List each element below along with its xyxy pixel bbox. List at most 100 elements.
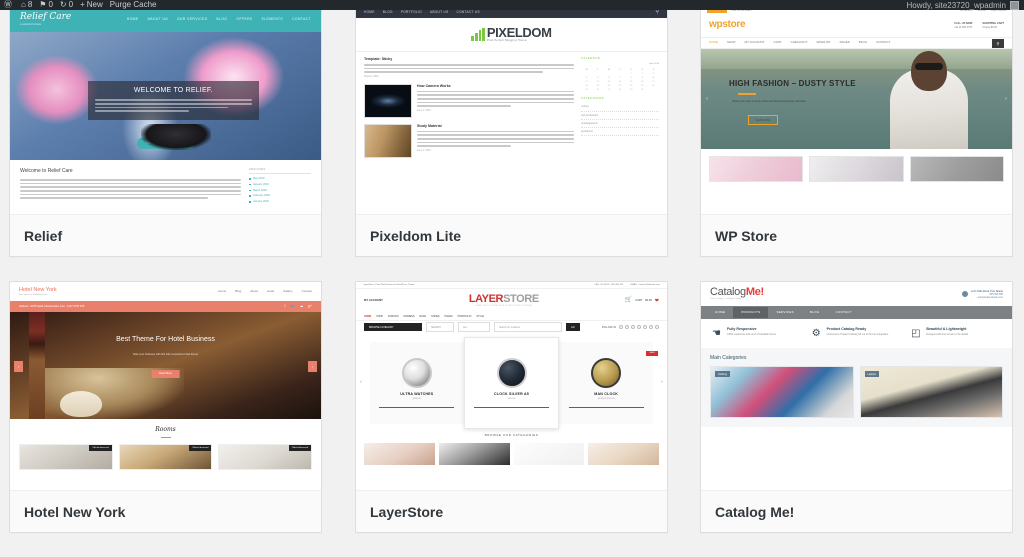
pixeldom-nav-item-about[interactable]: ABOUT US bbox=[430, 10, 449, 14]
wpstore-nav-item-checkout[interactable]: CHECKOUT bbox=[791, 40, 808, 45]
layerstore-nav-item-home[interactable]: HOME bbox=[364, 315, 371, 318]
product-thumbnail[interactable] bbox=[809, 156, 904, 182]
layerstore-nav-item-shop[interactable]: SHOP bbox=[376, 315, 383, 318]
room-card[interactable]: Official deserved bbox=[118, 444, 213, 470]
search-icon[interactable]: ⚲ bbox=[992, 38, 1004, 48]
pixeldom-nav-item-portfolio[interactable]: PORTFOLIO bbox=[401, 10, 422, 14]
search-go-button[interactable]: GO bbox=[566, 323, 580, 331]
list-item[interactable]: March 2018 bbox=[249, 189, 311, 192]
relief-nav-item-elements[interactable]: ELEMENTS bbox=[262, 17, 283, 21]
twitter-icon[interactable] bbox=[625, 325, 629, 329]
carousel-next-icon[interactable]: › bbox=[1003, 96, 1009, 102]
wpstore-nav-item-contact[interactable]: CONTACT bbox=[876, 40, 890, 45]
twitter-icon[interactable]: 🐦 bbox=[291, 304, 295, 308]
carousel-prev-icon[interactable]: ‹ bbox=[14, 361, 23, 373]
relief-nav-item-home[interactable]: HOME bbox=[127, 17, 139, 21]
catalogme-nav-item-blog[interactable]: BLOG bbox=[802, 307, 828, 319]
theme-screenshot-catalog-me[interactable]: CatalogMe! That's it. Enjoy — catalog it… bbox=[701, 282, 1012, 490]
rss-icon[interactable] bbox=[655, 325, 659, 329]
theme-screenshot-pixeldom-lite[interactable]: HOME BLOG PORTFOLIO ABOUT US CONTACT US … bbox=[356, 6, 667, 214]
wpstore-nav-item-shop[interactable]: SHOP bbox=[727, 40, 736, 45]
calendar-widget[interactable]: June 2019 M T W T F S S 1 2 3 4 5 6 7 8 … bbox=[581, 63, 659, 91]
product-card[interactable]: ULTRA WATCHES $200.00 bbox=[370, 342, 464, 424]
pixeldom-nav-item-blog[interactable]: BLOG bbox=[383, 10, 393, 14]
room-card[interactable]: Official deserved bbox=[218, 444, 313, 470]
pixeldom-nav-item-contact[interactable]: CONTACT US bbox=[457, 10, 480, 14]
layerstore-nav-item-portfolio[interactable]: PORTFOLIO bbox=[458, 315, 472, 318]
admin-bar-item-updates[interactable]: ↻ 0 bbox=[60, 0, 73, 10]
category-card-clothing[interactable]: Clothing bbox=[710, 366, 854, 419]
layerstore-nav-item-pages[interactable]: PAGES bbox=[445, 315, 453, 318]
theme-screenshot-hotel-new-york[interactable]: Hotel New York best value for WordPress … bbox=[10, 282, 321, 490]
product-card-featured[interactable]: CLOCK SILVER A5 $450.00 bbox=[463, 337, 560, 429]
wpstore-nav[interactable]: HOME SHOP MY ACCOUNT CART CHECKOUT WISHL… bbox=[701, 38, 1012, 49]
relief-nav-item-about[interactable]: ABOUT US bbox=[148, 17, 168, 21]
theme-card-layerstore[interactable]: LayerStore - Free WooCommerce WordPress … bbox=[355, 281, 668, 533]
layerstore-cart[interactable]: 🛒 CART $0.00 ❤ bbox=[625, 297, 659, 305]
list-item[interactable]: January 2019 bbox=[249, 183, 311, 186]
list-item[interactable]: uncategorized bbox=[581, 120, 659, 129]
catalogme-nav-item-services[interactable]: SERVICES bbox=[768, 307, 802, 319]
carousel-next-icon[interactable]: › bbox=[308, 361, 317, 373]
social-icons[interactable] bbox=[619, 325, 659, 329]
facebook-icon[interactable] bbox=[619, 325, 623, 329]
category-thumbnail[interactable] bbox=[513, 442, 585, 465]
list-item[interactable]: How Camera Works June 1, 2019 bbox=[364, 83, 574, 118]
relief-nav-item-offers[interactable]: OFFERS bbox=[236, 17, 252, 21]
carousel-prev-icon[interactable]: ‹ bbox=[704, 96, 710, 102]
linkedin-icon[interactable] bbox=[643, 325, 647, 329]
list-item[interactable]: culture bbox=[581, 103, 659, 112]
browse-category-select[interactable]: BROWSE CATEGORY bbox=[364, 323, 422, 331]
pinterest-icon[interactable] bbox=[637, 325, 641, 329]
list-item[interactable]: periodicos bbox=[581, 128, 659, 137]
catalogme-nav-item-contact[interactable]: CONTACT bbox=[828, 307, 860, 319]
layerstore-nav-item-fashion[interactable]: FASHION bbox=[388, 315, 399, 318]
admin-bar-item-purge-cache[interactable]: Purge Cache bbox=[110, 0, 157, 10]
wpstore-nav-item-wishlist[interactable]: WISHLIST bbox=[816, 40, 830, 45]
wpstore-nav-item-blog[interactable]: BLOG bbox=[859, 40, 867, 45]
layerstore-nav-item-shoes[interactable]: SHOES bbox=[431, 315, 439, 318]
relief-nav-item-blog[interactable]: BLOG bbox=[216, 17, 227, 21]
theme-card-catalog-me[interactable]: CatalogMe! That's it. Enjoy — catalog it… bbox=[700, 281, 1013, 533]
layerstore-nav-item-womens[interactable]: WOMENS bbox=[403, 315, 414, 318]
hotel-nav-item-contact[interactable]: Contact bbox=[302, 289, 312, 294]
search-input[interactable]: Search for products bbox=[494, 322, 562, 332]
hotel-nav-item-about[interactable]: About bbox=[250, 289, 258, 294]
wpstore-nav-item-my-account[interactable]: MY ACCOUNT bbox=[745, 40, 765, 45]
wpstore-nav-item-cart[interactable]: CART bbox=[773, 40, 781, 45]
layerstore-nav-item-bags[interactable]: BAGS bbox=[420, 315, 427, 318]
wpstore-nav-item-pages[interactable]: PAGES bbox=[840, 40, 850, 45]
list-item[interactable]: February 2018 bbox=[249, 194, 311, 197]
hotel-nav-item-home[interactable]: Home bbox=[218, 289, 226, 294]
list-item[interactable]: January 2018 bbox=[249, 200, 311, 203]
product-thumbnail[interactable] bbox=[709, 156, 804, 182]
relief-hero-button[interactable]: REQUEST A QUOTE bbox=[136, 138, 195, 149]
hero-shop-now-button[interactable]: SHOP NOW bbox=[747, 115, 779, 126]
product-card[interactable]: MAN CLOCK $199.00 $150.00 bbox=[559, 342, 654, 424]
contact-email[interactable]: example@example.com bbox=[971, 296, 1003, 299]
carousel-next-icon[interactable]: › bbox=[661, 379, 663, 387]
theme-card-wp-store[interactable]: SHOP NOW Offer on this week !! My Accoun… bbox=[700, 5, 1013, 257]
admin-bar-item-wordpress-logo[interactable]: Ⓦ bbox=[4, 0, 14, 10]
email-text[interactable]: EMAIL : contact@domain.com bbox=[631, 284, 661, 287]
hotel-nav-item-blog[interactable]: Blog bbox=[235, 289, 241, 294]
admin-bar-item-new[interactable]: + New bbox=[80, 0, 103, 10]
carousel-prev-icon[interactable]: ‹ bbox=[360, 379, 362, 387]
admin-bar-item-comments[interactable]: ⚑ 0 bbox=[39, 0, 53, 10]
layerstore-nav[interactable]: HOME SHOP FASHION WOMENS BAGS SHOES PAGE… bbox=[356, 313, 667, 321]
pixeldom-nav-item-home[interactable]: HOME bbox=[364, 10, 375, 14]
list-item[interactable]: May 2019 bbox=[249, 177, 311, 180]
hotel-nav-item-gallery[interactable]: Gallery bbox=[283, 289, 293, 294]
admin-bar-account[interactable]: Howdy, site23720_wpadmin bbox=[907, 0, 1024, 10]
hero-read-more-button[interactable]: Read More bbox=[151, 369, 180, 378]
theme-card-hotel-new-york[interactable]: Hotel New York best value for WordPress … bbox=[9, 281, 322, 533]
catalogme-nav[interactable]: HOME PRODUCTS SERVICES BLOG CONTACT bbox=[701, 306, 1012, 319]
my-account-link[interactable]: MY ACCOUNT bbox=[364, 298, 383, 302]
google-plus-icon[interactable] bbox=[631, 325, 635, 329]
relief-nav-item-contact[interactable]: CONTACT bbox=[292, 17, 311, 21]
product-thumbnail[interactable] bbox=[909, 156, 1004, 182]
category-thumbnail[interactable] bbox=[438, 442, 510, 465]
wishlist-heart-icon[interactable]: ❤ bbox=[655, 298, 659, 304]
category-thumbnail[interactable] bbox=[364, 442, 435, 465]
list-item[interactable]: Template: Sticky Posted / 2019 bbox=[364, 57, 574, 78]
